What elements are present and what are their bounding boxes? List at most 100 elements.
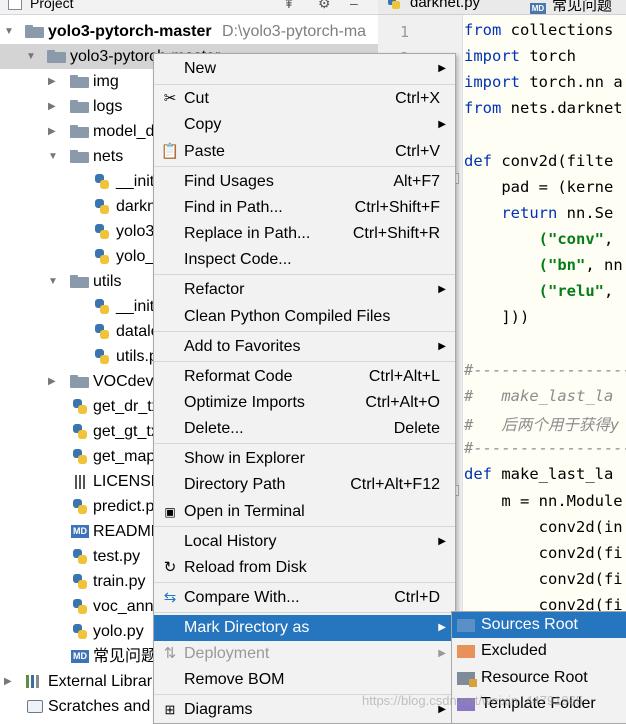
expand-arrow-icon[interactable]: ▼: [4, 19, 14, 44]
menu-item-show-in-explorer[interactable]: Show in Explorer: [154, 446, 455, 472]
code-text: conv2d(fi: [464, 544, 623, 562]
gear-icon[interactable]: ⚙: [318, 0, 331, 12]
menu-item-label: Local History: [184, 533, 277, 550]
code-text: make_last_la: [492, 465, 614, 483]
menu-item-copy[interactable]: Copy ▶: [154, 112, 455, 138]
expand-arrow-icon[interactable]: ▼: [26, 44, 36, 69]
menu-item-new[interactable]: New ▶: [154, 56, 455, 82]
markdown-file-icon: MD: [71, 525, 89, 538]
keyword: from: [464, 99, 502, 117]
menu-item-cut[interactable]: ✂ Cut Ctrl+X: [154, 86, 455, 112]
code-line: def conv2d(filte: [464, 152, 613, 170]
python-file-icon: [95, 324, 109, 339]
menu-item-label: Remove BOM: [184, 671, 285, 688]
menu-item-label: Optimize Imports: [184, 394, 305, 411]
menu-item-compare-with[interactable]: ⇆ Compare With... Ctrl+D: [154, 585, 455, 611]
python-file-icon: [388, 0, 400, 9]
folder-icon: [47, 50, 66, 63]
collapsed-arrow-icon[interactable]: ▶: [48, 69, 56, 94]
code-text: pad = (kerne: [464, 178, 614, 196]
library-icon: [25, 674, 43, 689]
collapsed-arrow-icon[interactable]: ▶: [48, 94, 56, 119]
python-file-icon: [73, 499, 87, 514]
project-panel-header: Project ⇞ ⚙ –: [0, 0, 378, 15]
menu-item-clean-python-compiled[interactable]: Clean Python Compiled Files: [154, 304, 455, 330]
code-text: , nn: [585, 256, 623, 274]
tab-darknet[interactable]: darknet.py: [388, 0, 480, 11]
menu-item-label: Refactor: [184, 281, 245, 298]
text-file-icon: [73, 473, 87, 490]
menu-item-delete[interactable]: Delete... Delete: [154, 416, 455, 442]
menu-item-remove-bom[interactable]: Remove BOM: [154, 667, 455, 693]
submenu-item-excluded[interactable]: Excluded: [452, 638, 626, 664]
shortcut-label: Ctrl+X: [395, 90, 440, 107]
resource-root-folder-icon: [457, 672, 477, 687]
python-file-icon: [95, 224, 109, 239]
menu-separator: [154, 443, 455, 444]
sources-root-folder-icon: [457, 619, 475, 632]
folder-icon: [70, 75, 89, 88]
tree-label: test.py: [93, 548, 141, 565]
editor-tab-bar: darknet.py MD 常见问题汇: [378, 0, 626, 35]
python-file-icon: [73, 624, 87, 639]
keyword: import: [464, 73, 520, 91]
menu-item-reload-from-disk[interactable]: ↻ Reload from Disk: [154, 555, 455, 581]
collapsed-arrow-icon[interactable]: ▶: [48, 119, 56, 144]
menu-item-local-history[interactable]: Local History ▶: [154, 529, 455, 555]
menu-item-inspect-code[interactable]: Inspect Code...: [154, 247, 455, 273]
code-line: conv2d(in: [464, 518, 623, 536]
menu-item-deployment[interactable]: ⇅ Deployment ▶: [154, 641, 455, 667]
menu-item-add-to-favorites[interactable]: Add to Favorites ▶: [154, 334, 455, 360]
menu-item-replace-in-path[interactable]: Replace in Path... Ctrl+Shift+R: [154, 221, 455, 247]
tree-label: nets: [93, 148, 124, 165]
code-text: nets.darknet: [501, 99, 623, 117]
tree-label: yolo.py: [93, 623, 144, 640]
shortcut-label: Ctrl+V: [395, 143, 440, 160]
folder-icon: [70, 150, 89, 163]
code-line: pad = (kerne: [464, 178, 613, 196]
code-text: conv2d(in: [464, 518, 623, 536]
menu-item-directory-path[interactable]: Directory Path Ctrl+Alt+F12: [154, 472, 455, 498]
menu-item-paste[interactable]: 📋 Paste Ctrl+V: [154, 139, 455, 165]
menu-item-label: Show in Explorer: [184, 450, 305, 467]
python-file-icon: [73, 599, 87, 614]
keyword: return: [501, 204, 558, 222]
shortcut-label: Ctrl+Shift+F: [354, 199, 440, 216]
menu-item-optimize-imports[interactable]: Optimize Imports Ctrl+Alt+O: [154, 390, 455, 416]
terminal-icon: ▣: [164, 505, 176, 519]
menu-item-mark-directory-as[interactable]: Mark Directory as ▶: [154, 615, 455, 641]
menu-item-label: Deployment: [184, 645, 270, 662]
menu-item-label: Cut: [184, 90, 209, 107]
submenu-item-resource-root[interactable]: Resource Root: [452, 665, 626, 691]
submenu-item-label: Excluded: [481, 642, 547, 659]
collapse-icon[interactable]: ⇞: [283, 0, 295, 12]
submenu-item-sources-root[interactable]: Sources Root: [452, 612, 626, 638]
tree-row-project-root[interactable]: ▼ yolo3-pytorch-master D:\yolo3-pytorch-…: [0, 19, 378, 44]
collapsed-arrow-icon[interactable]: ▶: [4, 669, 12, 694]
diagrams-icon: ⊞: [164, 702, 176, 717]
project-panel-title[interactable]: Project: [30, 0, 74, 11]
menu-item-refactor[interactable]: Refactor ▶: [154, 277, 455, 303]
menu-item-find-in-path[interactable]: Find in Path... Ctrl+Shift+F: [154, 195, 455, 221]
code-text: ,: [603, 282, 614, 300]
menu-separator: [154, 166, 455, 167]
menu-item-find-usages[interactable]: Find Usages Alt+F7: [154, 169, 455, 195]
python-file-icon: [95, 199, 109, 214]
menu-item-label: Delete...: [184, 420, 244, 437]
menu-item-open-in-terminal[interactable]: ▣ Open in Terminal: [154, 499, 455, 525]
expand-arrow-icon[interactable]: ▼: [48, 269, 58, 294]
project-path: D:\yolo3-pytorch-ma: [222, 23, 367, 40]
folder-icon: [70, 375, 89, 388]
minimize-icon[interactable]: –: [350, 0, 358, 11]
expand-arrow-icon[interactable]: ▼: [48, 144, 58, 169]
menu-item-label: Replace in Path...: [184, 225, 311, 242]
code-text: collections: [501, 21, 614, 39]
folder-icon: [70, 100, 89, 113]
menu-item-label: Compare With...: [184, 589, 300, 606]
python-file-icon: [95, 349, 109, 364]
menu-item-reformat-code[interactable]: Reformat Code Ctrl+Alt+L: [154, 364, 455, 390]
collapsed-arrow-icon[interactable]: ▶: [48, 369, 56, 394]
menu-item-label: Add to Favorites: [184, 338, 301, 355]
